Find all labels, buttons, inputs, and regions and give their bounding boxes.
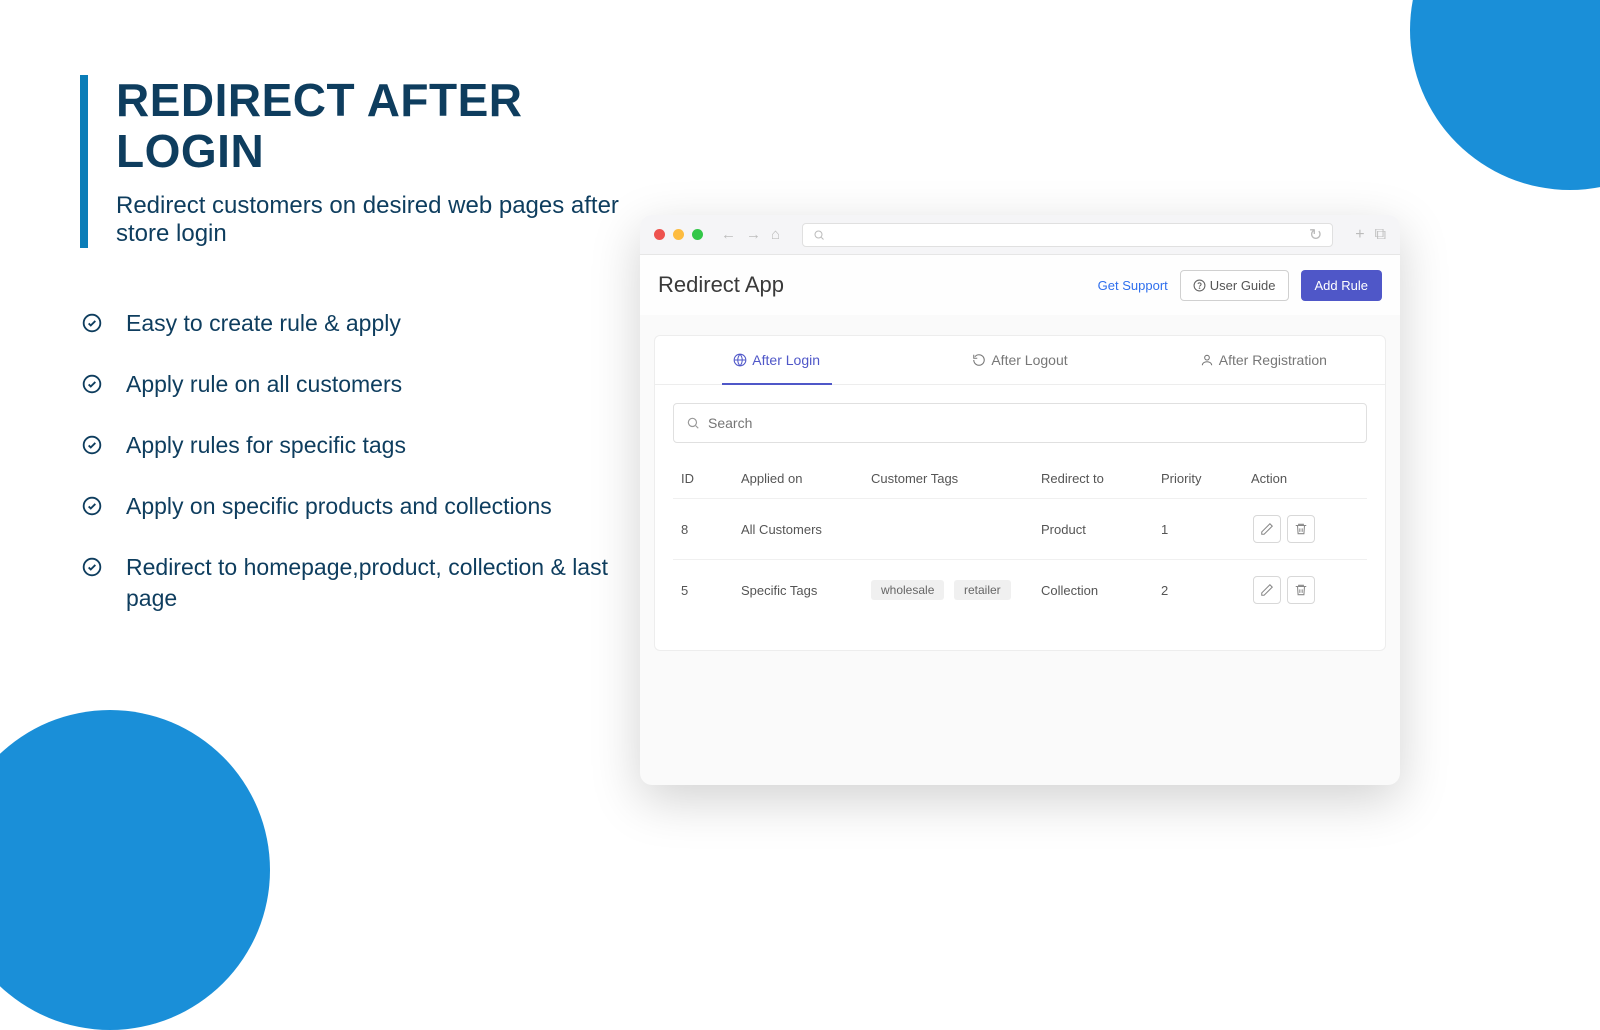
feature-item: Redirect to homepage,product, collection… — [82, 552, 640, 614]
address-bar[interactable]: ↻ — [802, 223, 1333, 247]
table-row: 5 Specific Tags wholesale retailer Colle… — [673, 560, 1367, 621]
rotate-icon — [972, 353, 986, 367]
tab-after-logout[interactable]: After Logout — [898, 336, 1141, 384]
nav-forward-icon[interactable]: → — [746, 226, 761, 243]
pencil-icon — [1260, 583, 1274, 597]
tag-chip: retailer — [954, 580, 1011, 600]
tab-after-registration[interactable]: After Registration — [1142, 336, 1385, 384]
feature-list: Easy to create rule & apply Apply rule o… — [80, 308, 640, 614]
help-icon — [1193, 279, 1206, 292]
feature-label: Apply rule on all customers — [126, 369, 402, 400]
search-icon — [686, 416, 700, 430]
nav-back-icon[interactable]: ← — [721, 226, 736, 243]
app-window: ← → ⌂ ↻ + ⧉ Redirect App Get Support Use… — [640, 215, 1400, 785]
cell-tags — [863, 499, 1033, 560]
cell-applied-on: Specific Tags — [733, 560, 863, 621]
window-minimize-icon[interactable] — [673, 229, 684, 240]
col-customer-tags: Customer Tags — [863, 453, 1033, 499]
edit-button[interactable] — [1253, 515, 1281, 543]
window-close-icon[interactable] — [654, 229, 665, 240]
delete-button[interactable] — [1287, 576, 1315, 604]
tab-after-login[interactable]: After Login — [655, 336, 898, 384]
tab-label: After Registration — [1219, 352, 1327, 368]
cell-applied-on: All Customers — [733, 499, 863, 560]
user-guide-label: User Guide — [1210, 278, 1276, 293]
tab-label: After Logout — [991, 352, 1067, 368]
refresh-icon[interactable]: ↻ — [1309, 225, 1322, 245]
add-rule-button[interactable]: Add Rule — [1301, 270, 1382, 301]
browser-toolbar: ← → ⌂ ↻ + ⧉ — [640, 215, 1400, 255]
pencil-icon — [1260, 522, 1274, 536]
nav-home-icon[interactable]: ⌂ — [771, 226, 780, 243]
tabs-icon[interactable]: ⧉ — [1375, 226, 1386, 244]
search-icon — [813, 229, 825, 241]
feature-label: Redirect to homepage,product, collection… — [126, 552, 640, 614]
rules-table: ID Applied on Customer Tags Redirect to … — [673, 453, 1367, 620]
check-circle-icon — [82, 496, 102, 516]
table-row: 8 All Customers Product 1 — [673, 499, 1367, 560]
delete-button[interactable] — [1287, 515, 1315, 543]
cell-id: 5 — [673, 560, 733, 621]
user-icon — [1200, 353, 1214, 367]
user-guide-button[interactable]: User Guide — [1180, 270, 1289, 301]
cell-priority: 2 — [1153, 560, 1243, 621]
get-support-link[interactable]: Get Support — [1098, 278, 1168, 293]
col-action: Action — [1243, 453, 1367, 499]
col-id: ID — [673, 453, 733, 499]
check-circle-icon — [82, 435, 102, 455]
feature-label: Easy to create rule & apply — [126, 308, 401, 339]
cell-id: 8 — [673, 499, 733, 560]
col-applied-on: Applied on — [733, 453, 863, 499]
tab-label: After Login — [752, 352, 820, 368]
trash-icon — [1294, 522, 1308, 536]
trash-icon — [1294, 583, 1308, 597]
tag-chip: wholesale — [871, 580, 944, 600]
cell-actions — [1243, 499, 1367, 560]
new-tab-icon[interactable]: + — [1355, 226, 1364, 244]
feature-label: Apply rules for specific tags — [126, 430, 406, 461]
cell-tags: wholesale retailer — [863, 560, 1033, 621]
feature-item: Easy to create rule & apply — [82, 308, 640, 339]
window-maximize-icon[interactable] — [692, 229, 703, 240]
feature-item: Apply rules for specific tags — [82, 430, 640, 461]
check-circle-icon — [82, 374, 102, 394]
col-priority: Priority — [1153, 453, 1243, 499]
check-circle-icon — [82, 557, 102, 577]
page-subtitle: Redirect customers on desired web pages … — [116, 192, 640, 248]
check-circle-icon — [82, 313, 102, 333]
rules-search[interactable] — [673, 403, 1367, 443]
decorative-shape-top — [1410, 0, 1600, 190]
decorative-shape-bottom — [0, 710, 270, 1030]
cell-actions — [1243, 560, 1367, 621]
feature-item: Apply rule on all customers — [82, 369, 640, 400]
feature-label: Apply on specific products and collectio… — [126, 491, 552, 522]
app-title: Redirect App — [658, 272, 784, 298]
search-input[interactable] — [708, 415, 1354, 431]
page-title: REDIRECT AFTER LOGIN — [116, 75, 640, 176]
cell-redirect-to: Collection — [1033, 560, 1153, 621]
cell-redirect-to: Product — [1033, 499, 1153, 560]
col-redirect-to: Redirect to — [1033, 453, 1153, 499]
feature-item: Apply on specific products and collectio… — [82, 491, 640, 522]
cell-priority: 1 — [1153, 499, 1243, 560]
edit-button[interactable] — [1253, 576, 1281, 604]
globe-icon — [733, 353, 747, 367]
